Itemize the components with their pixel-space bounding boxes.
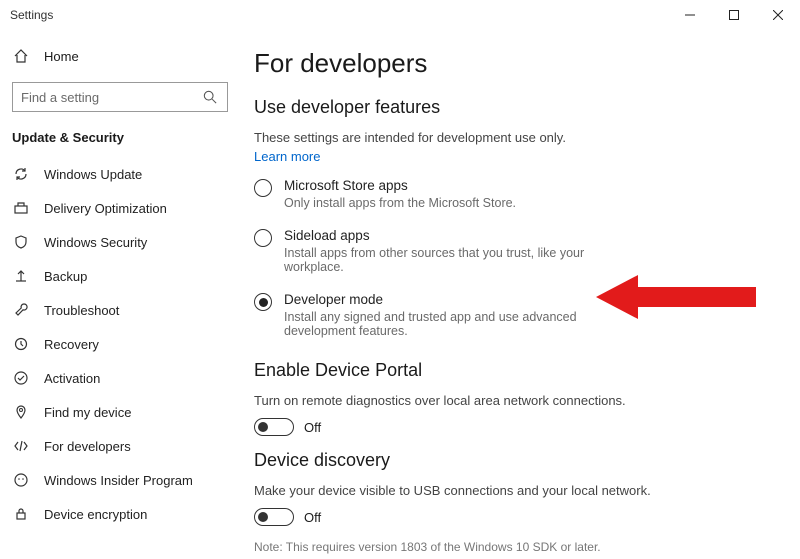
device-discovery-toggle-label: Off [304,510,321,525]
nav-label: For developers [44,439,131,454]
radio-icon [254,179,272,197]
nav-label: Windows Insider Program [44,473,193,488]
radio-icon [254,293,272,311]
sidebar-item-activation[interactable]: Activation [0,361,240,395]
nav-label: Device encryption [44,507,147,522]
dev-features-intro: These settings are intended for developm… [254,130,770,145]
radio-sideload-apps[interactable]: Sideload apps Install apps from other so… [254,228,770,274]
sidebar-item-windows-update[interactable]: Windows Update [0,157,240,191]
radio-desc: Install apps from other sources that you… [284,246,614,274]
delivery-icon [12,200,30,216]
device-portal-heading: Enable Device Portal [254,360,770,381]
sidebar-item-for-developers[interactable]: For developers [0,429,240,463]
nav-label: Recovery [44,337,99,352]
home-icon [12,48,30,64]
sidebar: Home Find a setting Update & Security Wi… [0,30,240,559]
close-button[interactable] [756,0,800,30]
sidebar-item-delivery-optimization[interactable]: Delivery Optimization [0,191,240,225]
wrench-icon [12,302,30,318]
insider-icon [12,472,30,488]
nav-label: Troubleshoot [44,303,119,318]
radio-label: Sideload apps [284,228,614,243]
location-icon [12,404,30,420]
device-discovery-note: Note: This requires version 1803 of the … [254,540,770,554]
device-discovery-desc: Make your device visible to USB connecti… [254,483,770,498]
radio-desc: Only install apps from the Microsoft Sto… [284,196,516,210]
developers-icon [12,438,30,454]
shield-icon [12,234,30,250]
sidebar-home[interactable]: Home [0,38,240,74]
device-portal-toggle[interactable] [254,418,294,436]
nav-label: Backup [44,269,87,284]
radio-developer-mode[interactable]: Developer mode Install any signed and tr… [254,292,770,338]
radio-desc: Install any signed and trusted app and u… [284,310,614,338]
device-portal-desc: Turn on remote diagnostics over local ar… [254,393,770,408]
sidebar-section-title: Update & Security [0,126,240,157]
search-placeholder: Find a setting [21,90,99,105]
device-discovery-toggle[interactable] [254,508,294,526]
radio-label: Developer mode [284,292,614,307]
lock-icon [12,506,30,522]
home-label: Home [44,49,79,64]
sync-icon [12,166,30,182]
sidebar-item-backup[interactable]: Backup [0,259,240,293]
maximize-button[interactable] [712,0,756,30]
search-icon [201,90,219,104]
learn-more-link[interactable]: Learn more [254,149,770,164]
backup-icon [12,268,30,284]
device-portal-toggle-label: Off [304,420,321,435]
nav-label: Windows Security [44,235,147,250]
nav-label: Find my device [44,405,131,420]
check-circle-icon [12,370,30,386]
sidebar-item-find-my-device[interactable]: Find my device [0,395,240,429]
sidebar-item-recovery[interactable]: Recovery [0,327,240,361]
recovery-icon [12,336,30,352]
device-discovery-heading: Device discovery [254,450,770,471]
main-content: For developers Use developer features Th… [240,30,800,559]
nav-label: Activation [44,371,100,386]
radio-icon [254,229,272,247]
sidebar-item-device-encryption[interactable]: Device encryption [0,497,240,531]
radio-label: Microsoft Store apps [284,178,516,193]
nav-label: Delivery Optimization [44,201,167,216]
sidebar-item-troubleshoot[interactable]: Troubleshoot [0,293,240,327]
nav-label: Windows Update [44,167,142,182]
radio-ms-store-apps[interactable]: Microsoft Store apps Only install apps f… [254,178,770,210]
page-title: For developers [254,48,770,79]
search-input[interactable]: Find a setting [12,82,228,112]
window-controls [668,0,800,30]
dev-mode-radio-group: Microsoft Store apps Only install apps f… [254,178,770,338]
sidebar-item-windows-insider[interactable]: Windows Insider Program [0,463,240,497]
window-title: Settings [10,8,53,22]
minimize-button[interactable] [668,0,712,30]
sidebar-item-windows-security[interactable]: Windows Security [0,225,240,259]
dev-features-heading: Use developer features [254,97,770,118]
